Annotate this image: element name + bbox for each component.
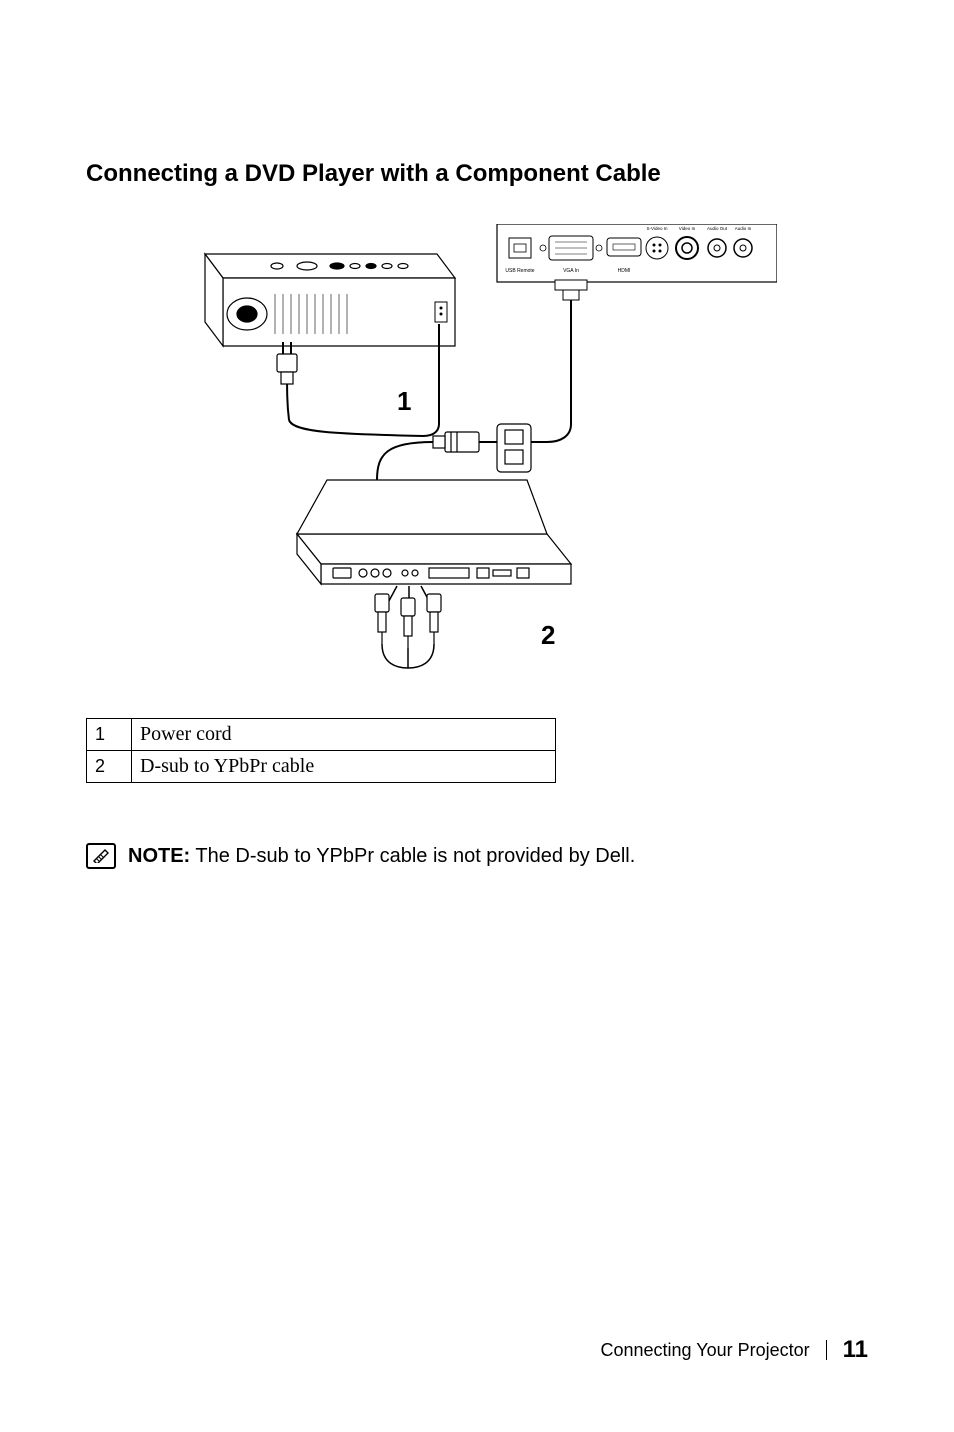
legend-text: D-sub to YPbPr cable — [132, 751, 556, 783]
svg-text:2: 2 — [541, 620, 555, 650]
legend-num: 2 — [87, 751, 132, 783]
legend-table: 1 Power cord 2 D-sub to YPbPr cable — [86, 718, 556, 783]
note-text: NOTE: The D-sub to YPbPr cable is not pr… — [128, 843, 635, 869]
svg-text:VGA In: VGA In — [563, 268, 579, 274]
svg-text:S-Video In: S-Video In — [647, 226, 668, 231]
page-number: 11 — [843, 1336, 868, 1364]
legend-num: 1 — [87, 719, 132, 751]
svg-text:USB Remote: USB Remote — [505, 268, 534, 274]
note: NOTE: The D-sub to YPbPr cable is not pr… — [86, 843, 868, 869]
connection-diagram: USB Remote VGA In HDMI — [177, 224, 777, 684]
svg-text:Audio In: Audio In — [735, 226, 752, 231]
svg-text:1: 1 — [397, 386, 411, 416]
note-body: The D-sub to YPbPr cable is not provided… — [190, 845, 635, 867]
section-heading: Connecting a DVD Player with a Component… — [86, 160, 868, 188]
svg-text:HDMI: HDMI — [618, 268, 631, 274]
table-row: 1 Power cord — [87, 719, 556, 751]
svg-text:Audio Out: Audio Out — [707, 226, 728, 231]
svg-text:Video In: Video In — [679, 226, 696, 231]
footer-section: Connecting Your Projector — [600, 1340, 809, 1361]
legend-text: Power cord — [132, 719, 556, 751]
page-footer: Connecting Your Projector 11 — [600, 1336, 868, 1364]
pencil-icon — [86, 843, 116, 869]
footer-separator — [826, 1340, 827, 1360]
note-label: NOTE: — [128, 845, 190, 867]
table-row: 2 D-sub to YPbPr cable — [87, 751, 556, 783]
